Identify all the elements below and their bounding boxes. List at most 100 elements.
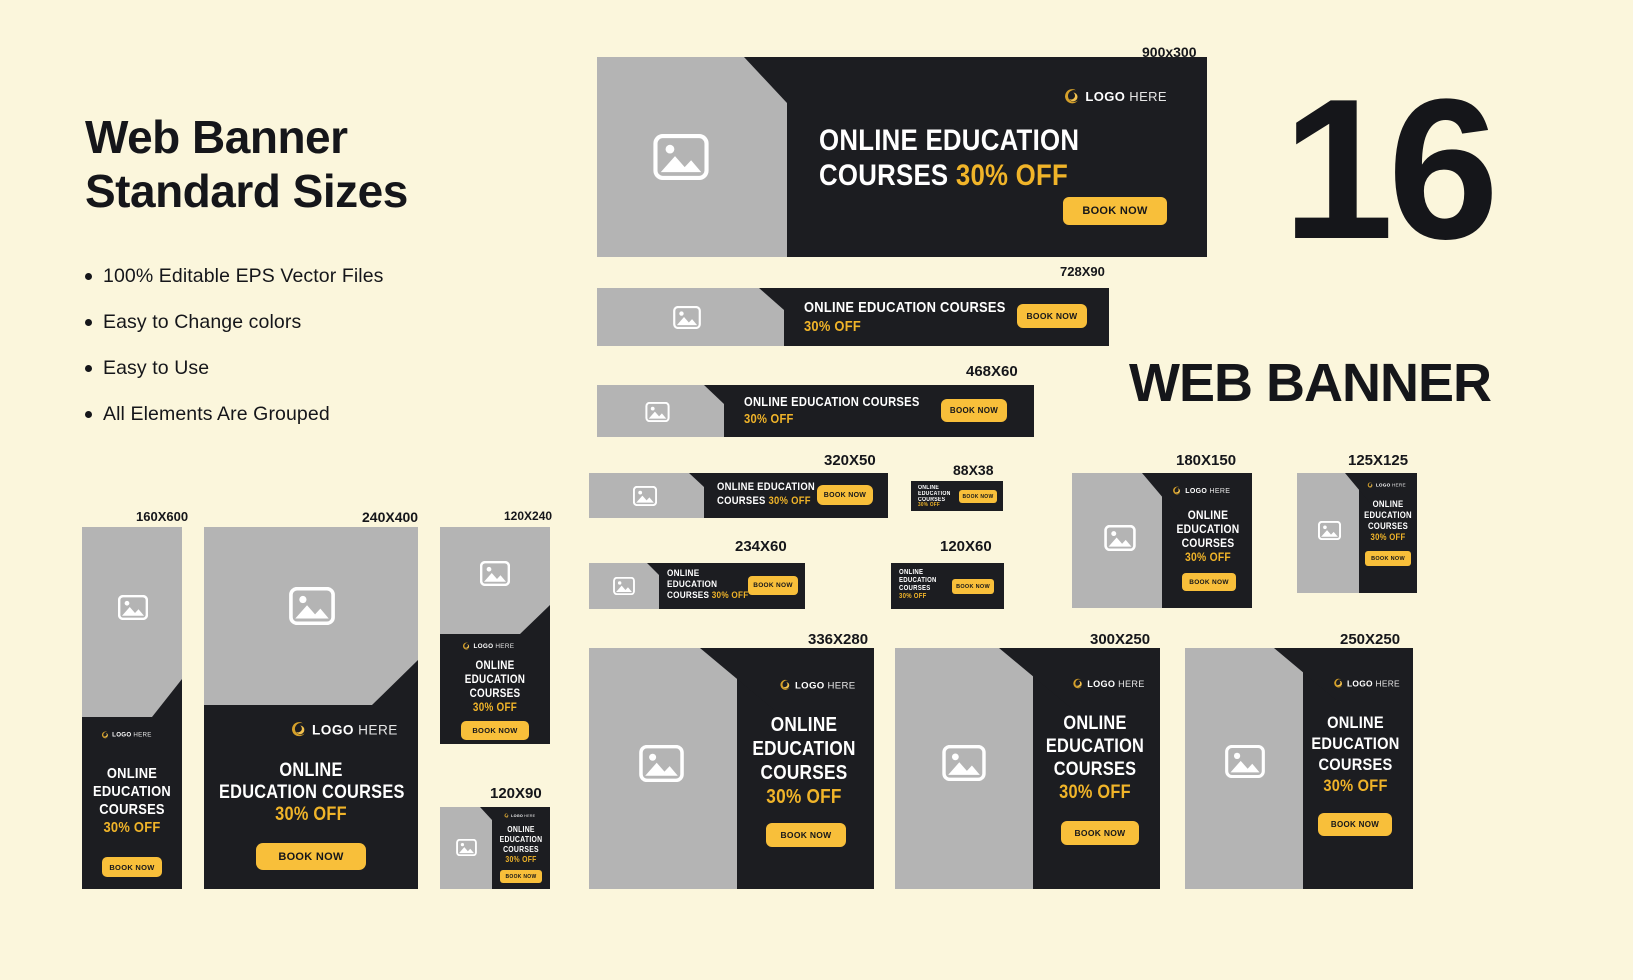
size-label-125x125: 125X125 xyxy=(1348,452,1409,469)
headline-discount: 30% OFF xyxy=(1370,532,1406,542)
logo-text: LOGO HERE xyxy=(1087,678,1145,690)
banner-240x400[interactable]: LOGO HERE ONLINE EDUCATION COURSES 30% O… xyxy=(204,527,418,889)
image-placeholder-icon xyxy=(456,839,477,856)
book-now-button[interactable]: BOOK NOW xyxy=(1063,197,1167,225)
feature-label: Easy to Change colors xyxy=(103,311,302,333)
image-zone xyxy=(597,288,784,346)
banner-468x60[interactable]: ONLINE EDUCATION COURSES 30% OFF BOOK NO… xyxy=(597,385,1034,437)
book-now-button[interactable]: BOOK NOW xyxy=(1182,573,1236,591)
headline-discount: 30% OFF xyxy=(918,502,941,508)
image-placeholder-icon xyxy=(1225,745,1265,778)
size-label-250x250: 250X250 xyxy=(1340,631,1401,648)
headline-line-3: COURSES 30% OFF xyxy=(667,590,749,601)
headline-line-1: ONLINE EDUCATION xyxy=(717,481,816,493)
book-now-button[interactable]: BOOK NOW xyxy=(256,843,366,870)
headline-line-1: ONLINE EDUCATION COURSES xyxy=(744,394,920,409)
banner-900x300[interactable]: LOGO HERE ONLINE EDUCATION COURSES 30% O… xyxy=(597,57,1207,257)
image-zone xyxy=(82,527,182,717)
banner-120x60[interactable]: ONLINE EDUCATION COURSES 30% OFF BOOK NO… xyxy=(891,563,1004,609)
banner-160x600[interactable]: LOGO HERE ONLINE EDUCATION COURSES 30% O… xyxy=(82,527,182,889)
headline-line-2: EDUCATION xyxy=(464,674,526,686)
brand-logo: LOGO HERE xyxy=(1367,482,1406,488)
bullet-icon xyxy=(85,273,92,280)
image-placeholder-icon xyxy=(633,486,657,506)
banner-336x280[interactable]: LOGO HERE ONLINE EDUCATION COURSES 30% O… xyxy=(589,648,874,889)
banner-180x150[interactable]: LOGO HERE ONLINE EDUCATION COURSES 30% O… xyxy=(1072,473,1252,608)
image-placeholder-icon xyxy=(118,595,148,620)
headline-line-3: COURSES xyxy=(99,801,165,818)
book-now-button[interactable]: BOOK NOW xyxy=(1365,551,1411,566)
brand-logo: LOGO HERE xyxy=(101,731,152,739)
banner-88x38[interactable]: ONLINE EDUCATION COURSES 30% OFF BOOK NO… xyxy=(911,481,1003,511)
headline-line-3: COURSES xyxy=(899,585,931,592)
size-label-300x250: 300X250 xyxy=(1090,631,1151,648)
feature-item: Easy to Use xyxy=(85,357,545,380)
logo-swirl-icon xyxy=(1065,89,1079,104)
headline-discount: 30% OFF xyxy=(766,786,842,808)
image-zone xyxy=(597,57,787,257)
headline-line-2: EDUCATION xyxy=(499,835,543,844)
feature-item: Easy to Change colors xyxy=(85,311,545,334)
book-now-button[interactable]: BOOK NOW xyxy=(461,721,529,740)
headline-line-1: ONLINE xyxy=(1327,713,1384,732)
book-now-button[interactable]: BOOK NOW xyxy=(1017,304,1087,328)
image-placeholder-icon xyxy=(480,561,510,586)
book-now-button[interactable]: BOOK NOW xyxy=(1061,821,1139,845)
book-now-button[interactable]: BOOK NOW xyxy=(748,576,798,595)
image-placeholder-icon xyxy=(653,134,709,180)
headline-line-1: ONLINE EDUCATION COURSES xyxy=(804,299,1006,316)
size-label-468x60: 468X60 xyxy=(966,363,1018,380)
headline-line-3: COURSES xyxy=(1367,521,1409,531)
brand-logo: LOGO HERE xyxy=(1072,678,1145,689)
brand-logo: LOGO HERE xyxy=(1172,486,1230,495)
headline-line-2: EDUCATION xyxy=(1364,510,1412,520)
banner-320x50[interactable]: ONLINE EDUCATION COURSES 30% OFF BOOK NO… xyxy=(589,473,888,518)
headline-discount: 30% OFF xyxy=(1059,782,1131,803)
brand-logo: LOGO HERE xyxy=(462,642,514,650)
size-label-240x400: 240X400 xyxy=(362,509,419,525)
banner-125x125[interactable]: LOGO HERE ONLINE EDUCATION COURSES 30% O… xyxy=(1297,473,1417,593)
book-now-button[interactable]: BOOK NOW xyxy=(102,857,162,877)
book-now-button[interactable]: BOOK NOW xyxy=(817,485,873,505)
headline-line-1: ONLINE xyxy=(279,760,343,781)
headline-line-3: COURSES xyxy=(760,762,848,784)
image-placeholder-icon xyxy=(673,306,701,329)
book-now-button[interactable]: BOOK NOW xyxy=(952,579,994,594)
page-title-line2: Standard Sizes xyxy=(85,165,408,218)
headline-discount: 30% OFF xyxy=(505,855,537,864)
size-label-336x280: 336X280 xyxy=(808,631,869,648)
brand-logo: LOGO HERE xyxy=(1063,88,1167,105)
banner-728x90[interactable]: ONLINE EDUCATION COURSES 30% OFF BOOK NO… xyxy=(597,288,1109,346)
headline-line-1: ONLINE xyxy=(1372,499,1404,509)
image-zone xyxy=(597,385,724,437)
headline-line-3: COURSES xyxy=(469,688,521,700)
feature-label: Easy to Use xyxy=(103,357,210,379)
headline-line-2: EDUCATION xyxy=(1176,522,1240,536)
headline-discount: 30% OFF xyxy=(899,593,927,600)
logo-text: LOGO HERE xyxy=(1375,482,1406,488)
book-now-button[interactable]: BOOK NOW xyxy=(1318,813,1392,836)
image-placeholder-icon xyxy=(1318,521,1341,540)
banner-250x250[interactable]: LOGO HERE ONLINE EDUCATION COURSES 30% O… xyxy=(1185,648,1413,889)
banner-234x60[interactable]: ONLINE EDUCATION COURSES 30% OFF BOOK NO… xyxy=(589,563,805,609)
book-now-button[interactable]: BOOK NOW xyxy=(766,823,846,847)
logo-swirl-icon xyxy=(292,722,305,737)
image-placeholder-icon xyxy=(645,402,670,422)
page-title-line1: Web Banner xyxy=(85,111,348,163)
headline-line-2: EDUCATION xyxy=(1311,734,1400,753)
banner-300x250[interactable]: LOGO HERE ONLINE EDUCATION COURSES 30% O… xyxy=(895,648,1160,889)
headline-line-2: EDUCATION xyxy=(667,579,718,590)
book-now-button[interactable]: BOOK NOW xyxy=(959,490,997,503)
headline-line-2: EDUCATION xyxy=(1045,736,1145,757)
logo-text: LOGO HERE xyxy=(312,721,398,738)
book-now-button[interactable]: BOOK NOW xyxy=(941,399,1007,422)
page-title: Web Banner Standard Sizes xyxy=(85,110,408,219)
book-now-button[interactable]: BOOK NOW xyxy=(500,870,542,883)
headline-line-1: ONLINE xyxy=(475,660,515,672)
logo-text: LOGO HERE xyxy=(795,679,856,691)
size-label-88x38: 88X38 xyxy=(953,462,994,478)
banner-120x90[interactable]: LOGO HERE ONLINE EDUCATION COURSES 30% O… xyxy=(440,807,550,889)
logo-swirl-icon xyxy=(504,813,509,818)
banner-120x240[interactable]: LOGO HERE ONLINE EDUCATION COURSES 30% O… xyxy=(440,527,550,744)
brand-logo: LOGO HERE xyxy=(504,813,535,818)
